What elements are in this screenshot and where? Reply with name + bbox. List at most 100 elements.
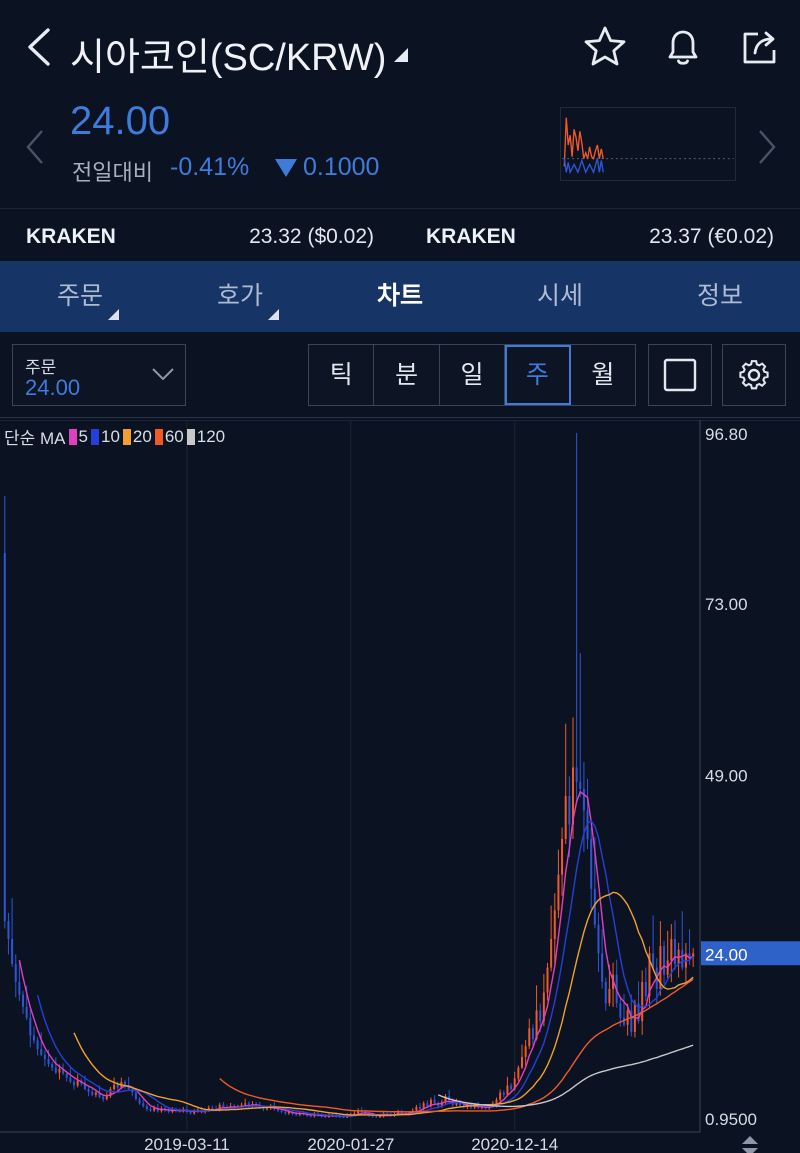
candle-body <box>211 1107 214 1110</box>
ma-legend-item: 120 <box>186 427 225 447</box>
ma-legend-item: 10 <box>90 426 120 447</box>
gear-icon <box>739 360 769 390</box>
candle-body <box>582 788 585 811</box>
candle-body <box>641 981 644 1022</box>
candle-body <box>36 1040 39 1050</box>
tab-order[interactable]: 주문 <box>0 261 160 332</box>
x-tick-label: 2019-03-11 <box>144 1135 230 1153</box>
candle-body <box>626 1010 629 1025</box>
candle-body <box>520 1056 524 1068</box>
candle-body <box>94 1092 97 1095</box>
period-day-button[interactable]: 일 <box>440 345 506 405</box>
tab-orderbook[interactable]: 호가 <box>160 261 320 332</box>
tab-label: 차트 <box>376 282 423 310</box>
tab-label: 시세 <box>536 282 583 310</box>
candle-body <box>670 938 673 961</box>
candle-body <box>54 1067 57 1073</box>
candle-body <box>58 1069 61 1073</box>
candle-body <box>3 553 6 922</box>
tab-bar: 주문 호가 차트 시세 정보 <box>0 261 800 332</box>
candle-body <box>568 796 571 825</box>
y-tick-label: 96.80 <box>705 425 748 444</box>
candle-body <box>25 1006 28 1018</box>
candle-body <box>608 989 611 1004</box>
candle-body <box>415 1106 418 1111</box>
ma120-swatch <box>186 428 195 445</box>
chevron-right-icon[interactable] <box>756 127 778 167</box>
period-tick-button[interactable]: 틱 <box>309 345 375 405</box>
candle-body <box>673 938 676 964</box>
candle-body <box>375 1116 378 1118</box>
candle-body <box>579 781 582 789</box>
candle-body <box>539 1010 542 1022</box>
period-month-button[interactable]: 월 <box>571 345 635 405</box>
candle-body <box>73 1081 76 1086</box>
candle-body <box>499 1092 502 1100</box>
y-tick-label: 49.00 <box>705 767 748 786</box>
candle-body <box>266 1108 269 1110</box>
order-price-select[interactable]: 주문 24.00 <box>12 344 186 406</box>
candle-body <box>138 1099 141 1104</box>
candle-body <box>601 953 604 982</box>
candle-body <box>604 981 607 1004</box>
exchange-prices: KRAKEN 23.32 ($0.02) KRAKEN 23.37 (€0.02… <box>0 208 800 261</box>
period-week-button[interactable]: 주 <box>505 345 571 405</box>
candle-body <box>14 963 17 982</box>
ma5-swatch <box>68 428 77 445</box>
tab-label: 주문 <box>56 282 103 310</box>
back-icon[interactable] <box>22 26 56 68</box>
star-icon[interactable] <box>582 24 628 70</box>
candle-body <box>40 1049 43 1055</box>
mini-chart[interactable] <box>560 107 736 181</box>
candle-body <box>284 1111 287 1114</box>
order-select-value: 24.00 <box>25 375 81 400</box>
candle-body <box>433 1099 436 1104</box>
candle-body <box>47 1059 50 1065</box>
current-price-label: 24.00 <box>705 945 748 964</box>
y-tick-label: 0.9500 <box>705 1110 757 1129</box>
caret-down-icon[interactable] <box>394 48 408 62</box>
chart-toolbar: 주문 24.00 틱 분 일 주 월 <box>0 332 800 418</box>
ma10-swatch <box>90 428 99 445</box>
candle-body <box>102 1096 105 1100</box>
exchange-name: KRAKEN <box>26 225 116 248</box>
x-tick-label: 2020-01-27 <box>307 1135 394 1153</box>
chevron-left-icon[interactable] <box>24 127 46 167</box>
candle-body <box>145 1106 148 1110</box>
candle-body <box>134 1092 137 1100</box>
candle-body <box>43 1054 46 1060</box>
candle-body <box>76 1080 79 1086</box>
candle-body <box>550 938 553 968</box>
candle-body <box>22 994 25 1007</box>
candle-body <box>590 838 593 889</box>
candle-body <box>167 1110 170 1112</box>
x-tick-label: 2020-12-14 <box>471 1135 558 1153</box>
tab-chart[interactable]: 차트 <box>320 261 480 332</box>
share-icon[interactable] <box>738 24 784 70</box>
tab-quotes[interactable]: 시세 <box>480 261 640 332</box>
price-chart[interactable]: 96.80 73.00 49.00 0.9500 24.00 2019-03-11 2020… <box>0 420 800 1153</box>
candle-body <box>597 924 600 954</box>
ma-legend-item: 5 <box>68 427 88 447</box>
candle-body <box>87 1089 90 1092</box>
period-minute-button[interactable]: 분 <box>374 345 440 405</box>
draw-tool-button[interactable] <box>648 344 712 406</box>
page-title[interactable]: 시아코인(SC/KRW) <box>70 26 386 81</box>
candle-body <box>29 1017 32 1036</box>
candle-body <box>342 1116 345 1118</box>
ma-period: 10 <box>100 426 120 446</box>
candle-body <box>531 1028 534 1040</box>
candle-body <box>517 1067 520 1079</box>
exchange-name: KRAKEN <box>426 225 516 248</box>
chart-settings-button[interactable] <box>722 344 786 406</box>
tab-info[interactable]: 정보 <box>640 261 800 332</box>
candle-body <box>11 938 14 964</box>
candle-body <box>280 1110 283 1112</box>
change-value: 0.1000 <box>303 153 380 181</box>
tab-label: 정보 <box>696 282 743 310</box>
change-percent: -0.41% <box>170 153 250 181</box>
bell-icon[interactable] <box>660 24 706 70</box>
candlestick-chart[interactable]: 96.8073.0049.000.950024.002019-03-11 2020… <box>0 420 800 1153</box>
tab-label: 호가 <box>216 282 263 310</box>
candle-body <box>142 1103 145 1107</box>
